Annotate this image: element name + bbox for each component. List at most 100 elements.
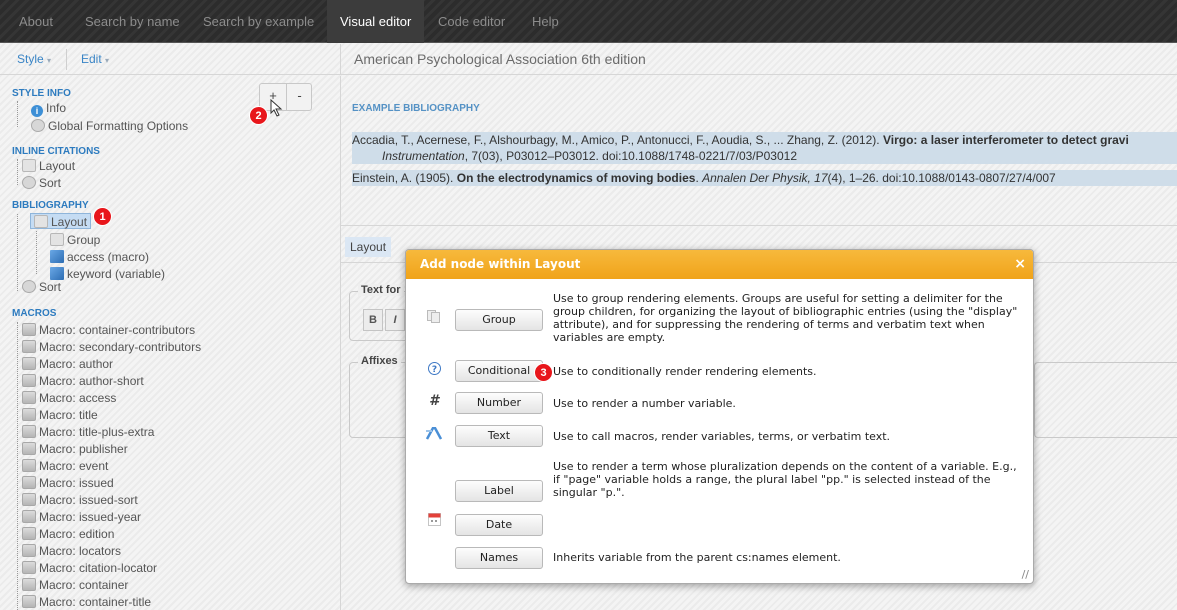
- tree-node-macro[interactable]: Macro: container-contributors: [22, 322, 195, 338]
- tree-node-label: Sort: [39, 280, 62, 294]
- tab-search-by-example[interactable]: Search by example: [190, 0, 327, 43]
- entry-container: Annalen Der Physik, 17: [702, 171, 828, 185]
- label-button[interactable]: Label: [455, 480, 543, 502]
- affixes-fieldset-right: [1034, 362, 1177, 438]
- italic-button[interactable]: I: [385, 309, 405, 331]
- macro-icon: [22, 374, 36, 387]
- bibliography-entry[interactable]: Accadia, T., Acernese, F., Alshourbagy, …: [352, 132, 1177, 164]
- tree-node-label: Macro: citation-locator: [39, 561, 158, 575]
- bibliography-entry[interactable]: Einstein, A. (1905). On the electrodynam…: [352, 170, 1177, 186]
- affixes-fieldset: Affixes: [349, 355, 409, 438]
- bold-button[interactable]: B: [363, 309, 383, 331]
- tree-node-label: Macro: event: [39, 459, 109, 473]
- tab-code-editor[interactable]: Code editor: [425, 0, 518, 43]
- conditional-description: Use to conditionally render rendering el…: [553, 365, 817, 378]
- section-style-info: STYLE INFO: [12, 88, 71, 99]
- tree-connector: [17, 159, 18, 185]
- macro-icon: [22, 391, 36, 404]
- edit-menu[interactable]: Edit ▾: [81, 44, 109, 75]
- tree-node-bibliography-layout[interactable]: Layout: [30, 213, 92, 229]
- tree-node-macro[interactable]: Macro: issued-year: [22, 509, 141, 525]
- style-title: American Psychological Association 6th e…: [341, 44, 1177, 75]
- number-button[interactable]: Number: [455, 392, 543, 414]
- entry-container: Instrumentation: [382, 149, 465, 163]
- tree-node-macro[interactable]: Macro: author-short: [22, 373, 144, 389]
- tree-node-macro[interactable]: Macro: author: [22, 356, 113, 372]
- info-icon: i: [31, 105, 43, 117]
- dialog-title-bar: Add node within Layout ×: [406, 250, 1033, 279]
- macro-icon: [22, 340, 36, 353]
- tree-node-label: Global Formatting Options: [48, 119, 189, 133]
- tree-node-inline-sort[interactable]: Sort: [22, 175, 61, 191]
- macro-icon: [22, 442, 36, 455]
- tree-node-macro[interactable]: Macro: publisher: [22, 441, 128, 457]
- tree-node-label: Sort: [39, 176, 62, 190]
- gear-icon: [31, 119, 45, 132]
- tree-node-label: access (macro): [67, 250, 150, 264]
- tree-node-label: Info: [46, 101, 67, 115]
- affixes-legend: Affixes: [358, 355, 401, 367]
- entry-title: On the electrodynamics of moving bodies: [456, 171, 696, 185]
- tree-node-macro[interactable]: Macro: issued-sort: [22, 492, 138, 508]
- tree-connector: [36, 231, 37, 274]
- tree-node-bibliography-sort[interactable]: Sort: [22, 279, 61, 295]
- node-add-remove-group: + -: [259, 83, 312, 111]
- tree-node-label: Macro: locators: [39, 544, 122, 558]
- tree-node-label: Macro: secondary-contributors: [39, 340, 202, 354]
- calendar-icon: [426, 513, 442, 530]
- tree-node-macro[interactable]: Macro: access: [22, 390, 116, 406]
- tree-node-macro[interactable]: Macro: edition: [22, 526, 114, 542]
- tree-node-label: Macro: title-plus-extra: [39, 425, 155, 439]
- macro-icon: [22, 527, 36, 540]
- macro-icon: [22, 476, 36, 489]
- macro-icon: [22, 510, 36, 523]
- tree-node-macro[interactable]: Macro: container-title: [22, 594, 151, 610]
- svg-text:?: ?: [431, 365, 436, 375]
- names-button[interactable]: Names: [455, 547, 543, 569]
- editor-menubar: Style ▾ Edit ▾: [0, 44, 341, 75]
- step-badge-3: 3: [534, 363, 553, 382]
- tree-node-global-formatting[interactable]: Global Formatting Options: [31, 118, 188, 134]
- style-menu[interactable]: Style ▾: [17, 44, 51, 75]
- tree-node-label: Group: [67, 233, 101, 247]
- date-button[interactable]: Date: [455, 514, 543, 536]
- macro-icon: [22, 425, 36, 438]
- tree-node-macro[interactable]: Macro: citation-locator: [22, 560, 157, 576]
- tree-node-macro[interactable]: Macro: secondary-contributors: [22, 339, 201, 355]
- text-button[interactable]: Text: [455, 425, 543, 447]
- tree-node-label: Macro: container-contributors: [39, 323, 196, 337]
- text-description: Use to call macros, render variables, te…: [553, 430, 891, 443]
- step-badge-2: 2: [249, 106, 268, 125]
- tree-node-macro[interactable]: Macro: title-plus-extra: [22, 424, 154, 440]
- tree-node-label: keyword (variable): [67, 267, 166, 281]
- tree-node-info[interactable]: i Info: [31, 100, 67, 117]
- tree-node-inline-layout[interactable]: Layout: [22, 158, 75, 174]
- tree-node-macro[interactable]: Macro: title: [22, 407, 98, 423]
- conditional-button[interactable]: Conditional: [455, 360, 543, 382]
- chevron-down-icon: ▾: [105, 56, 110, 65]
- close-icon[interactable]: ×: [1014, 250, 1026, 279]
- tree-node-macro[interactable]: Macro: locators: [22, 543, 121, 559]
- resize-grip-icon[interactable]: //: [1022, 568, 1029, 581]
- tab-help[interactable]: Help: [519, 0, 572, 43]
- style-menu-label: Style: [17, 52, 44, 66]
- tab-search-by-name[interactable]: Search by name: [72, 0, 193, 43]
- tab-layout-properties[interactable]: Layout: [345, 237, 392, 257]
- tree-node-macro[interactable]: Macro: container: [22, 577, 128, 593]
- section-macros: MACROS: [12, 308, 57, 319]
- tab-about[interactable]: About: [6, 0, 66, 43]
- macro-icon: [22, 493, 36, 506]
- tree-node-access-macro[interactable]: access (macro): [50, 249, 149, 265]
- tree-node-label: Layout: [39, 159, 76, 173]
- entry-title: Virgo: a laser interferometer to detect …: [882, 133, 1129, 147]
- tree-node-macro[interactable]: Macro: issued: [22, 475, 114, 491]
- macro-icon: [22, 357, 36, 370]
- tab-visual-editor[interactable]: Visual editor: [327, 0, 425, 43]
- tree-node-group[interactable]: Group: [50, 232, 100, 248]
- entry-details: (4), 1–26. doi:10.1088/0143-0807/27/4/00…: [827, 171, 1056, 185]
- group-button[interactable]: Group: [455, 309, 543, 331]
- tree-node-keyword-variable[interactable]: keyword (variable): [50, 266, 165, 282]
- tree-node-macro[interactable]: Macro: event: [22, 458, 108, 474]
- remove-node-button[interactable]: -: [286, 84, 312, 110]
- tree-node-label: Layout: [51, 215, 88, 229]
